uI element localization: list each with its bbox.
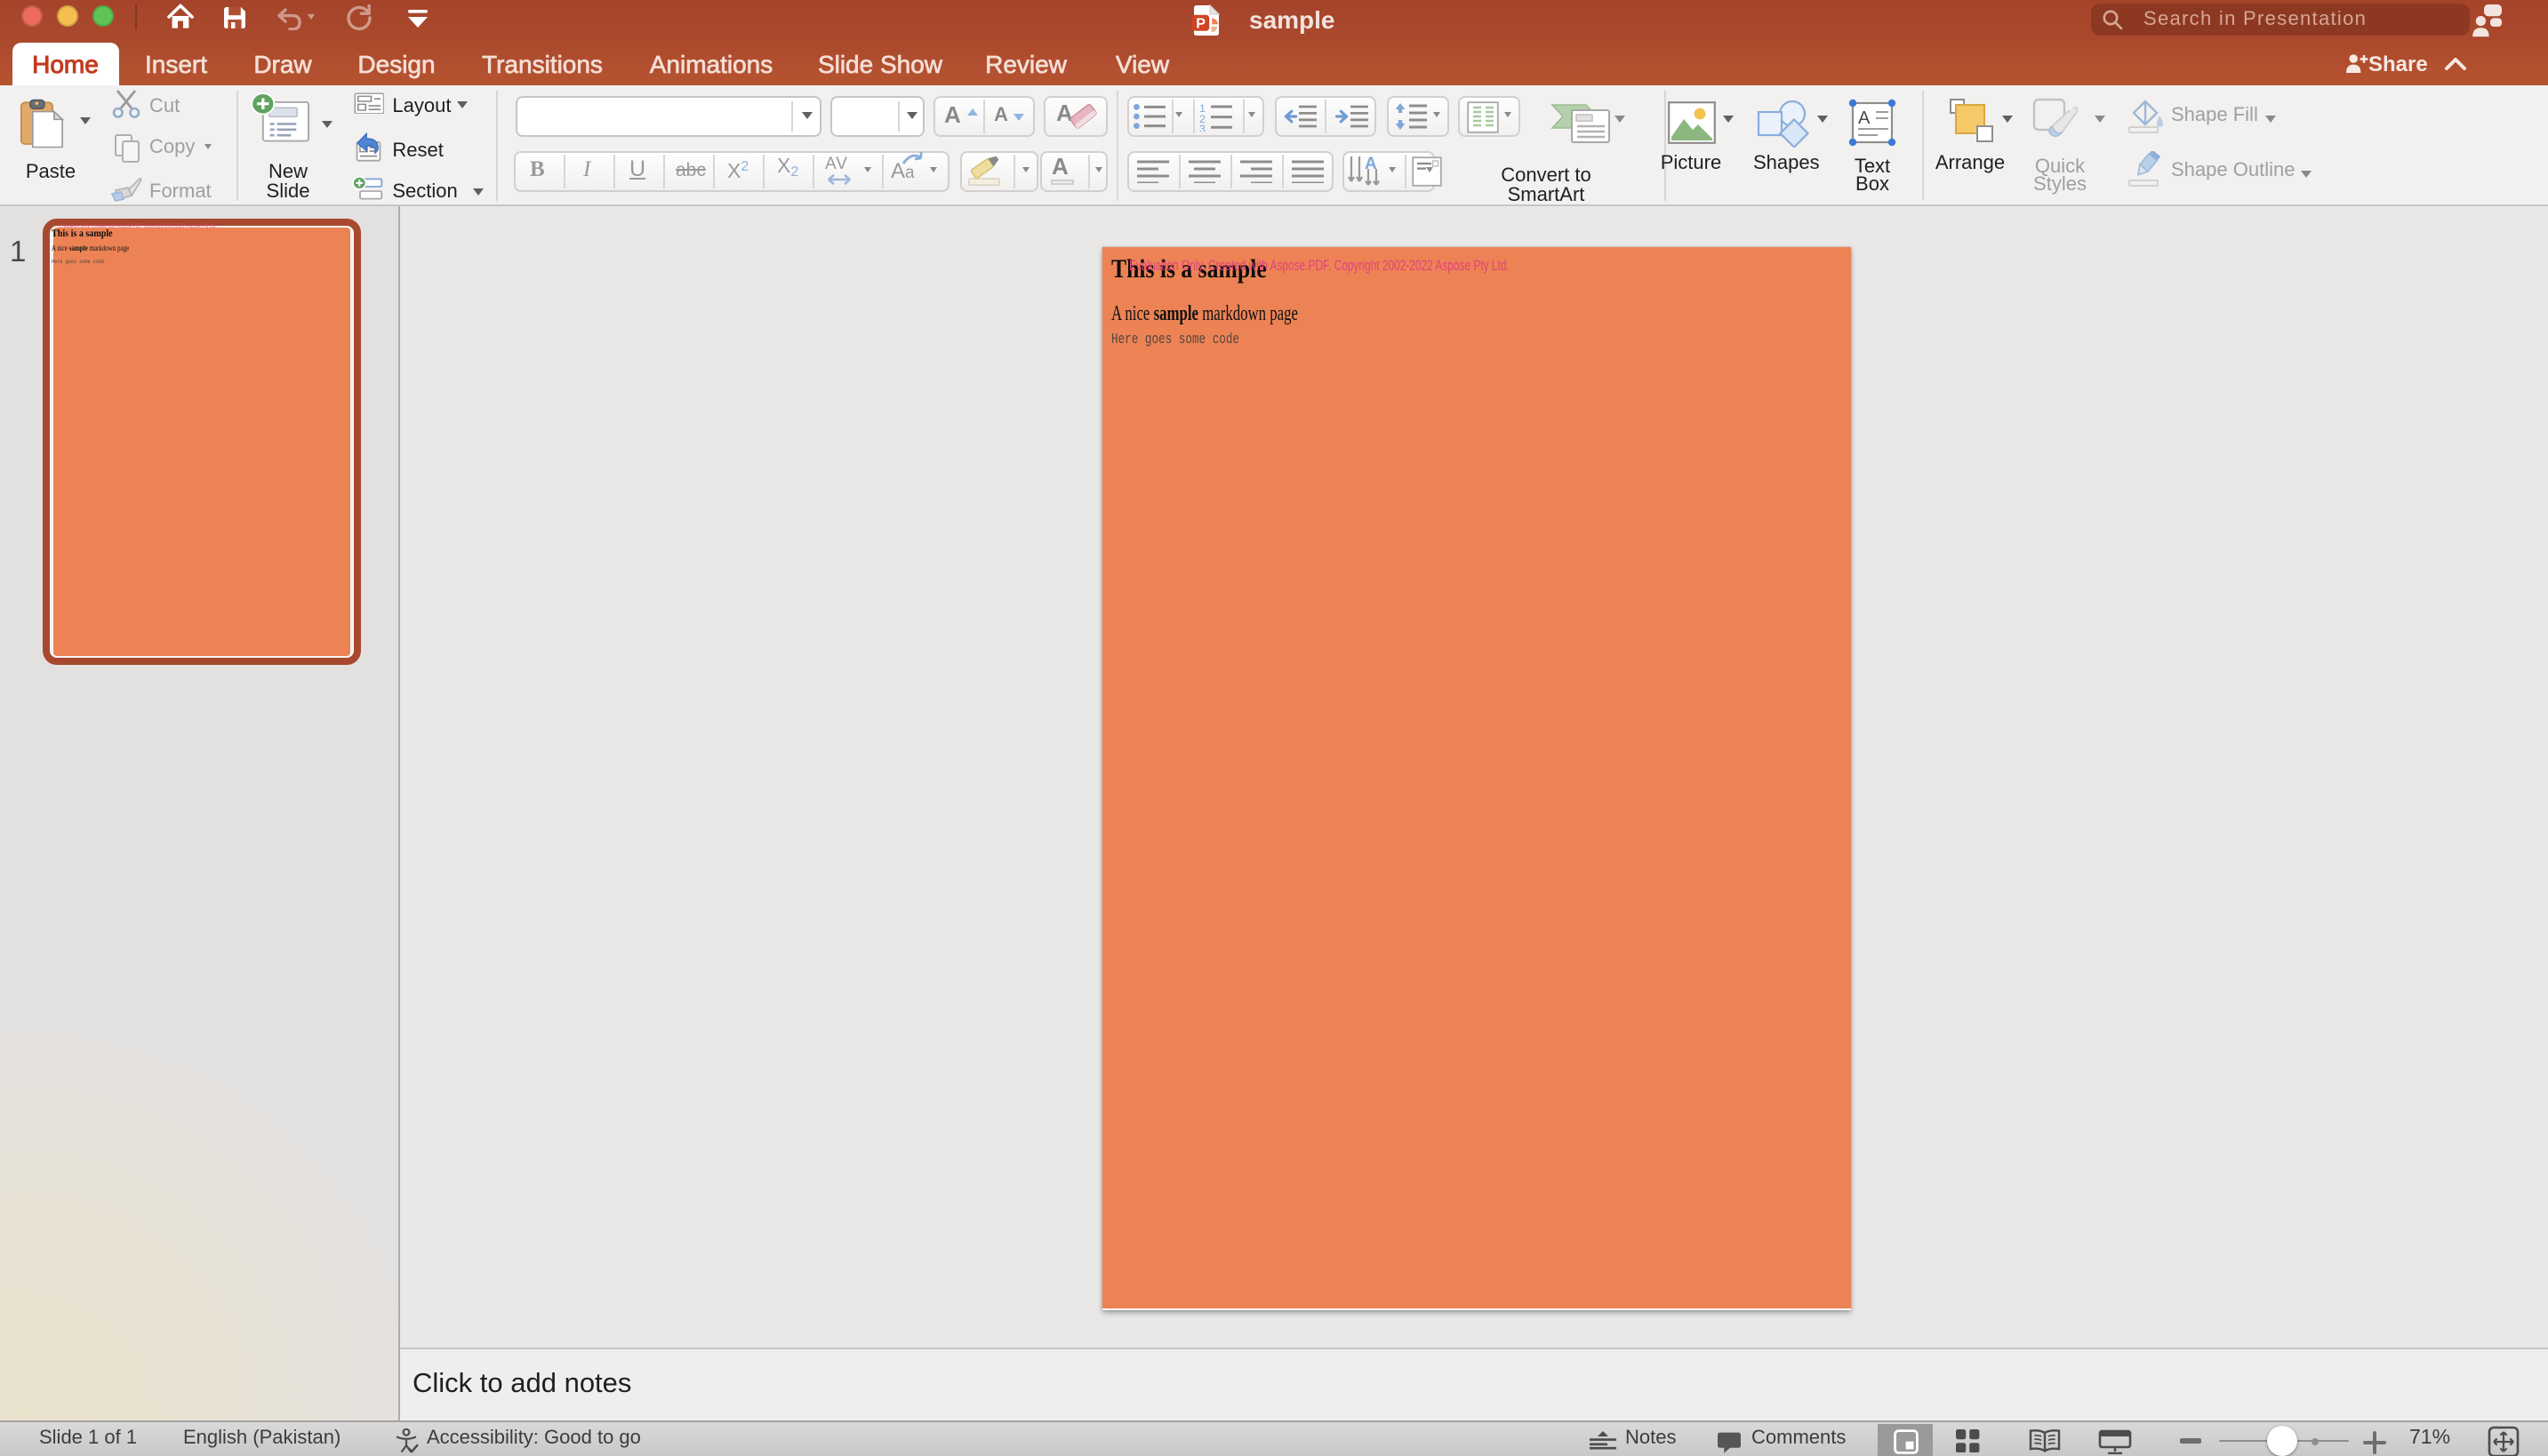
svg-text:P: P bbox=[1195, 15, 1205, 30]
svg-text:A: A bbox=[1365, 155, 1377, 173]
svg-text:3: 3 bbox=[1199, 123, 1206, 132]
svg-text:A: A bbox=[1858, 108, 1871, 128]
